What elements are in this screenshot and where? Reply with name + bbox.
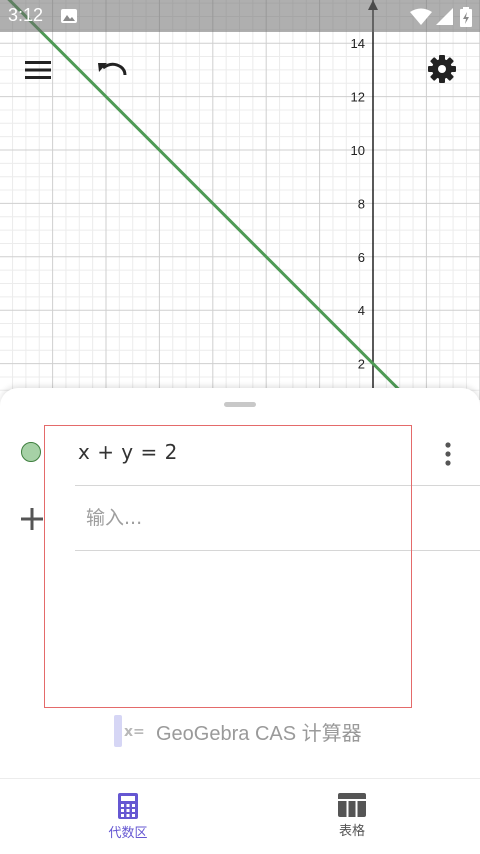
bottom-navigation: 代数区 表格 [0, 778, 480, 854]
nav-algebra[interactable]: 代数区 [8, 779, 248, 854]
y-tick-label: 14 [351, 36, 365, 51]
battery-icon [460, 7, 472, 27]
settings-button[interactable] [422, 49, 462, 89]
wifi-icon [410, 8, 432, 25]
status-bar: 3:12 [0, 0, 480, 32]
y-tick-label: 4 [358, 303, 365, 318]
menu-button[interactable] [18, 50, 58, 90]
line-x-plus-y-equals-2[interactable] [0, 0, 413, 400]
y-tick-label: 10 [351, 143, 365, 158]
y-tick-label: 8 [358, 196, 365, 211]
signal-icon [436, 8, 453, 25]
algebra-panel[interactable]: x + y = 2 x= GeoGebra CAS 计算器 [0, 388, 480, 780]
menu-icon [25, 61, 51, 79]
add-icon[interactable] [18, 505, 46, 533]
nav-label-algebra: 代数区 [108, 825, 148, 840]
gear-icon [428, 55, 456, 83]
selection-frame [44, 425, 412, 708]
cas-icon: x= [114, 715, 145, 747]
y-tick-label: 12 [351, 90, 365, 105]
photo-notification-icon [61, 9, 77, 23]
cas-calculator-promo[interactable]: x= GeoGebra CAS 计算器 [114, 715, 362, 747]
graphics-view[interactable]: 2 4 6 8 10 12 14 [0, 0, 480, 400]
undo-icon [98, 62, 127, 76]
promo-text: GeoGebra CAS 计算器 [156, 722, 362, 745]
status-time: 3:12 [8, 5, 44, 25]
drag-handle[interactable] [224, 402, 256, 407]
nav-table[interactable]: 表格 [232, 779, 472, 854]
table-icon [338, 793, 366, 817]
nav-label-table: 表格 [338, 823, 365, 838]
svg-text:x=: x= [124, 724, 145, 740]
calculator-icon [118, 793, 138, 819]
y-tick-label: 2 [358, 357, 365, 372]
minor-grid [0, 0, 480, 400]
more-options-icon[interactable] [436, 440, 460, 468]
y-tick-label: 6 [358, 250, 365, 265]
visibility-toggle[interactable] [21, 442, 41, 462]
graph-canvas[interactable]: 2 4 6 8 10 12 14 [0, 0, 480, 400]
undo-button[interactable] [92, 50, 132, 90]
